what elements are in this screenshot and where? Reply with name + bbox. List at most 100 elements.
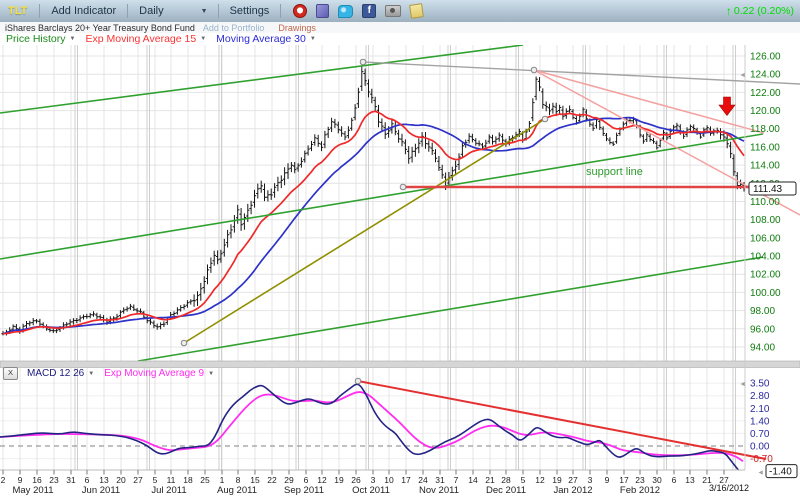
drawing-handle[interactable]	[400, 184, 406, 190]
channel-line-support[interactable]	[0, 134, 763, 259]
facebook-icon[interactable]: f	[362, 4, 376, 18]
panel-divider[interactable]	[0, 361, 800, 368]
drawing-handle[interactable]	[542, 116, 548, 122]
date-day-label: 28	[501, 475, 511, 485]
channel-line-upper[interactable]	[0, 45, 523, 113]
symbol-label: TLT	[8, 5, 27, 17]
date-day-label: 29	[284, 475, 294, 485]
date-day-label: 30	[652, 475, 662, 485]
timeframe-dropdown[interactable]: Daily	[139, 5, 163, 17]
chevron-down-icon[interactable]: ▼	[201, 8, 208, 15]
date-month-label: May 2011	[12, 485, 53, 496]
price-axis[interactable]: 126.00124.00122.00120.00118.00116.00114.…	[739, 52, 796, 354]
macd-axis-label: 3.50	[750, 379, 770, 390]
date-day-label: 18	[183, 475, 193, 485]
macd-downtrend-line[interactable]	[358, 381, 766, 459]
alerts-clock-icon[interactable]	[293, 4, 307, 18]
macd-panel	[0, 384, 743, 473]
date-month-label: Nov 2011	[419, 485, 459, 496]
toolbar-icon-group: f	[293, 4, 423, 18]
date-day-label: 31	[435, 475, 445, 485]
ema15-label: Exp Moving Average 15	[85, 33, 196, 45]
price-axis-label: 102.00	[750, 270, 781, 281]
add-to-portfolio-link[interactable]: Add to Portfolio	[203, 23, 265, 33]
close-macd-button[interactable]: X	[3, 367, 18, 380]
date-day-label: 2	[1, 475, 6, 485]
price-axis-label: 122.00	[750, 88, 781, 99]
charting-app-window: { "ui": {"caret": "▼", "up_arrow": "↑", …	[0, 0, 800, 496]
drawing-handle[interactable]	[531, 67, 537, 73]
twitter-icon[interactable]	[338, 5, 353, 18]
date-day-label: 23	[49, 475, 59, 485]
toolbar-divider	[127, 4, 128, 18]
price-axis-label: 98.00	[750, 306, 775, 317]
fund-name-label: iShares Barclays 20+ Year Treasury Bond …	[5, 23, 195, 33]
macd-axis[interactable]: 3.502.802.101.400.700.00-0.70◄◄-1.40	[739, 379, 797, 478]
daily-change-readout: ↑ 0.22 (0.20%)	[726, 4, 794, 18]
price-axis-label: 100.00	[750, 288, 781, 299]
chevron-down-icon: ▼	[310, 36, 316, 42]
drawings-link[interactable]: Drawings	[278, 23, 316, 33]
chevron-down-icon: ▼	[200, 36, 206, 42]
price-axis-label: 126.00	[750, 52, 781, 63]
price-axis-label: 104.00	[750, 252, 781, 263]
ema15-dropdown[interactable]: Exp Moving Average 15 ▼	[85, 33, 206, 45]
price-axis-label: 106.00	[750, 233, 781, 244]
macd-last-value: -1.40	[769, 467, 792, 478]
date-day-label: 27	[133, 475, 143, 485]
date-day-label: 20	[116, 475, 126, 485]
macd-axis-label: 2.10	[750, 404, 770, 415]
cube-widget-icon[interactable]	[316, 4, 329, 18]
support-line-annotation: support line	[586, 166, 643, 178]
price-axis-label: 124.00	[750, 70, 781, 81]
date-axis[interactable]: 2916233161320275111825181522296121926310…	[1, 470, 749, 496]
date-day-label: 9	[605, 475, 610, 485]
drawing-handle[interactable]	[360, 59, 366, 65]
peak-connector-line[interactable]	[363, 62, 800, 84]
chart-canvas[interactable]: support line126.00124.00122.00120.00118.…	[0, 0, 800, 496]
axis-scroll-arrow-icon: ◄	[739, 72, 746, 79]
date-day-label: 22	[267, 475, 277, 485]
date-day-label: 17	[401, 475, 411, 485]
toolbar-divider	[218, 4, 219, 18]
notes-icon[interactable]	[409, 3, 424, 19]
date-day-label: 23	[635, 475, 645, 485]
ma30-label: Moving Average 30	[216, 33, 306, 45]
drawing-handle[interactable]	[181, 340, 187, 346]
toolbar-divider	[39, 4, 40, 18]
camera-snapshot-icon[interactable]	[385, 5, 401, 17]
date-day-label: 3	[371, 475, 376, 485]
axis-scroll-arrow-icon: ◄	[757, 470, 764, 477]
add-indicator-button[interactable]: Add Indicator	[51, 5, 116, 17]
last-date-label: 3/16/2012	[709, 483, 749, 493]
price-axis-label: 116.00	[750, 142, 780, 153]
date-month-label: Sep 2011	[284, 485, 324, 496]
date-day-label: 5	[521, 475, 526, 485]
macd-axis-label: 0.00	[750, 442, 770, 453]
last-price-value: 111.43	[753, 184, 783, 195]
date-month-label: Dec 2011	[486, 485, 526, 496]
date-day-label: 9	[18, 475, 23, 485]
date-month-label: Jul 2011	[151, 485, 186, 496]
toolbar-divider	[280, 4, 281, 18]
price-axis-label: 114.00	[750, 161, 780, 172]
price-history-dropdown[interactable]: Price History ▼	[6, 33, 75, 45]
date-day-label: 5	[153, 475, 158, 485]
date-day-label: 25	[200, 475, 210, 485]
date-day-label: 27	[568, 475, 578, 485]
up-arrow-icon: ↑	[726, 4, 732, 18]
date-day-label: 19	[334, 475, 344, 485]
date-day-label: 3	[588, 475, 593, 485]
price-axis-label: 96.00	[750, 324, 775, 335]
drawing-handle[interactable]	[355, 378, 361, 384]
price-axis-label: 108.00	[750, 215, 781, 226]
macd-axis-label: 1.40	[750, 416, 770, 427]
chevron-down-icon: ▼	[70, 36, 76, 42]
date-day-label: 17	[619, 475, 629, 485]
price-axis-label: 118.00	[750, 124, 780, 135]
date-day-label: 14	[468, 475, 478, 485]
ma30-dropdown[interactable]: Moving Average 30 ▼	[216, 33, 316, 45]
date-month-label: Feb 2012	[620, 485, 660, 496]
indicator-legend-bar: Price History ▼ Exp Moving Average 15 ▼ …	[0, 33, 800, 45]
settings-button[interactable]: Settings	[230, 5, 270, 17]
